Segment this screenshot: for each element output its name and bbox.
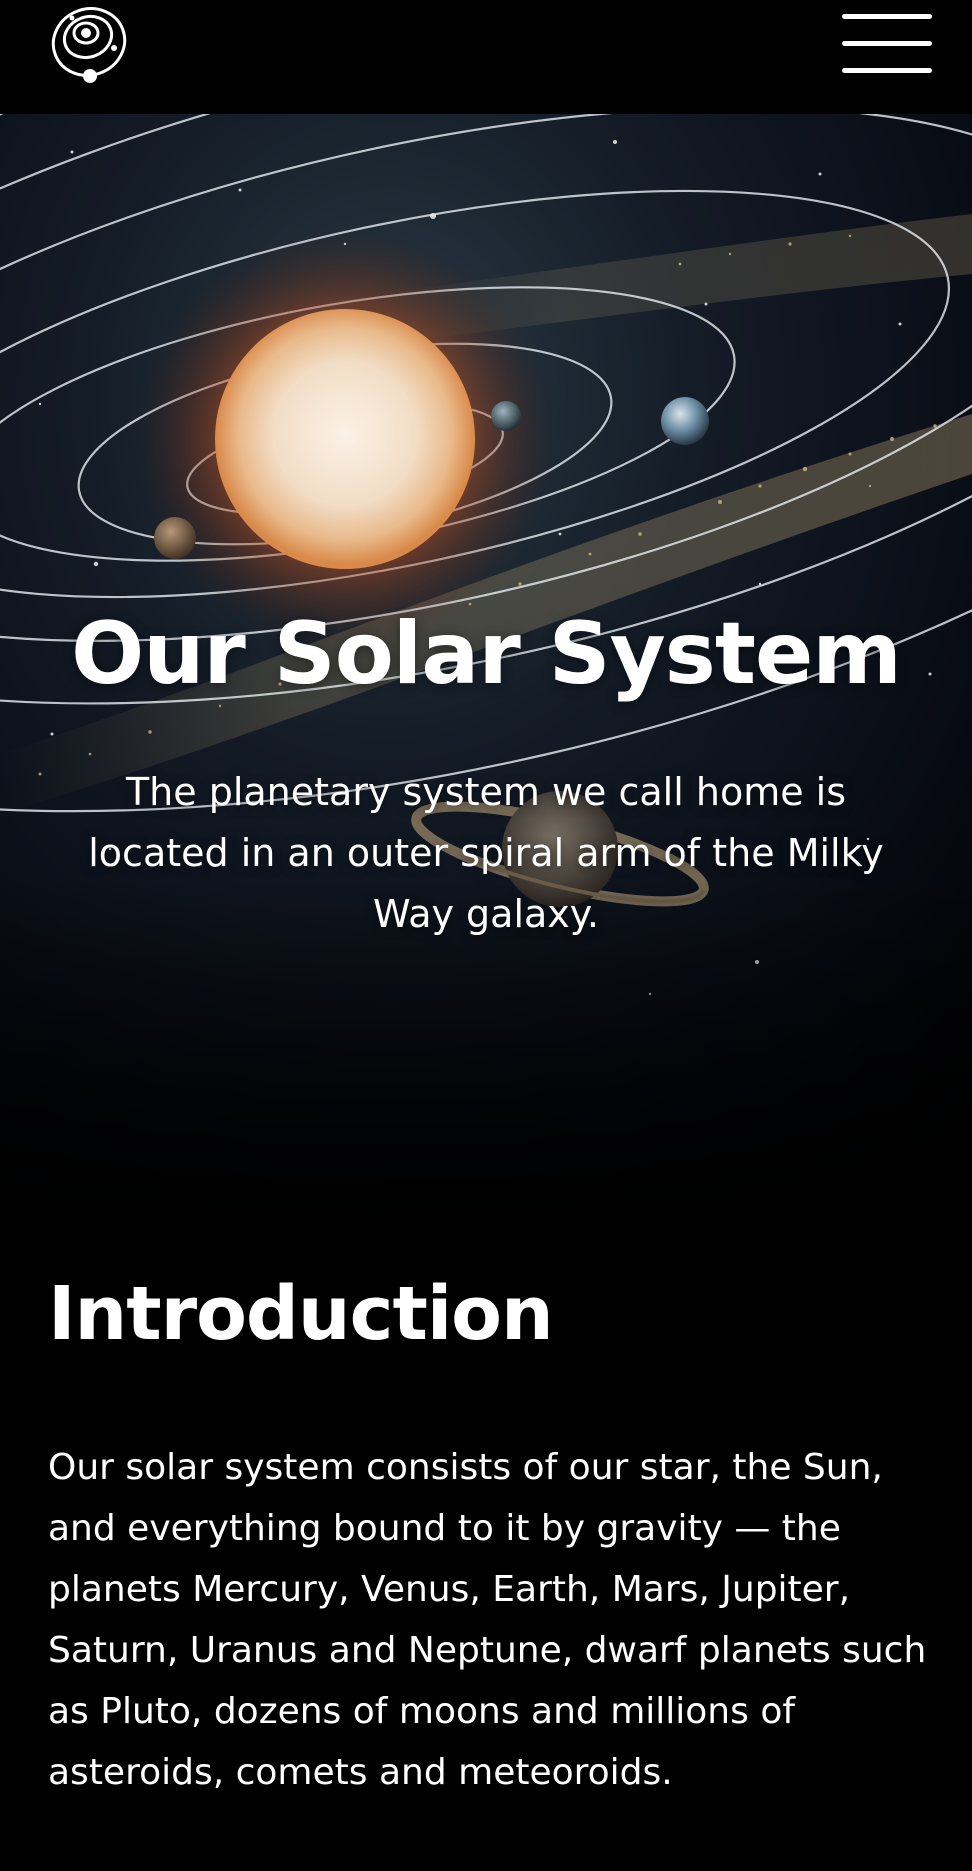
menu-bar-top — [842, 14, 932, 19]
hero-title: Our Solar System — [71, 604, 902, 704]
hamburger-menu-icon[interactable] — [842, 12, 934, 78]
solar-system-logo-icon[interactable] — [48, 4, 130, 86]
introduction-heading: Introduction — [48, 1271, 554, 1357]
hero-section: Our Solar System The planetary system we… — [0, 114, 972, 1234]
menu-bar-middle — [842, 41, 932, 46]
site-header — [0, 0, 972, 114]
menu-bar-bottom — [842, 68, 932, 73]
hero-subtitle: The planetary system we call home is loc… — [88, 770, 884, 936]
orbit-logo-icon — [51, 7, 127, 83]
introduction-paragraph: Our solar system consists of our star, t… — [48, 1447, 927, 1793]
introduction-section: Introduction Our solar system consists o… — [0, 1234, 972, 1871]
